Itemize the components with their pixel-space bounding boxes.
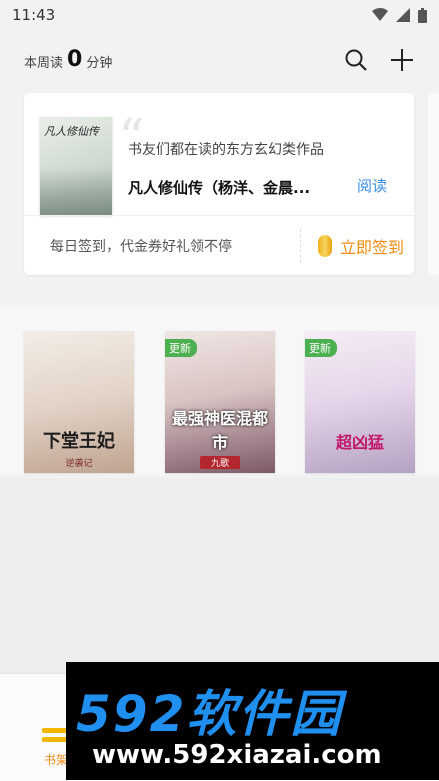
status-time: 11:43 <box>12 6 56 24</box>
watermark-logo-text: 592软件园 <box>76 685 343 743</box>
book-cover-title: 超凶猛 <box>335 433 384 452</box>
recommend-book-title: 凡人修仙传（杨洋、金晨... <box>128 179 311 197</box>
empty-area <box>0 478 439 673</box>
recommend-cover-image[interactable]: 凡人修仙传 <box>40 117 112 215</box>
reading-minutes: 0 <box>67 47 83 72</box>
add-icon <box>391 49 413 71</box>
next-recommend-card-peek[interactable] <box>428 93 439 275</box>
coin-icon <box>317 235 332 257</box>
signin-button[interactable]: 立即签到 <box>302 234 414 258</box>
signin-promo-text: 每日签到，代金券好礼领不停 <box>50 239 232 255</box>
book-cover-title: 下堂王妃 <box>43 431 115 452</box>
update-badge: 更新 <box>165 339 197 357</box>
recommend-card[interactable]: 凡人修仙传 “ 书友们都在读的东方玄幻类作品 凡人修仙传（杨洋、金晨... 阅读… <box>24 93 414 275</box>
cover-art <box>40 167 112 215</box>
bookshelf-book[interactable]: 下堂王妃 逆袭记 <box>24 331 134 473</box>
signin-row: 每日签到，代金券好礼领不停 立即签到 <box>24 215 414 275</box>
recommend-cover-title: 凡人修仙传 <box>44 125 99 138</box>
recommend-description: 书友们都在读的东方玄幻类作品 <box>128 142 324 158</box>
reading-suffix: 分钟 <box>86 56 113 71</box>
bookshelf-book[interactable]: 更新 超凶猛 <box>305 331 415 473</box>
signin-button-label: 立即签到 <box>339 238 404 257</box>
header-actions <box>343 47 415 73</box>
status-bar: 11:43 <box>0 0 439 30</box>
add-button[interactable] <box>389 47 415 73</box>
status-icons <box>372 7 427 23</box>
wifi-icon <box>372 8 388 21</box>
search-icon <box>345 49 367 71</box>
bookshelf-book[interactable]: 更新 最强神医混都市 九歌 <box>165 331 275 473</box>
book-cover-title: 最强神医混都市 <box>171 409 268 452</box>
search-button[interactable] <box>343 47 369 73</box>
recommend-book[interactable]: 凡人修仙传 “ 书友们都在读的东方玄幻类作品 凡人修仙传（杨洋、金晨... 阅读 <box>24 93 414 215</box>
header: 本周读 0 分钟 <box>0 30 439 90</box>
read-button[interactable]: 阅读 <box>357 175 387 196</box>
book-cover-author: 九歌 <box>200 456 240 469</box>
watermark-url: www.592xiazai.com <box>92 740 382 770</box>
weekly-reading-stats[interactable]: 本周读 0 分钟 <box>24 47 113 72</box>
update-badge: 更新 <box>305 339 337 357</box>
reading-prefix: 本周读 <box>24 56 64 71</box>
watermark-banner: 592软件园 www.592xiazai.com <box>66 662 439 780</box>
signal-icon <box>396 8 410 22</box>
battery-icon <box>418 7 427 23</box>
book-cover-author: 逆袭记 <box>65 459 93 469</box>
